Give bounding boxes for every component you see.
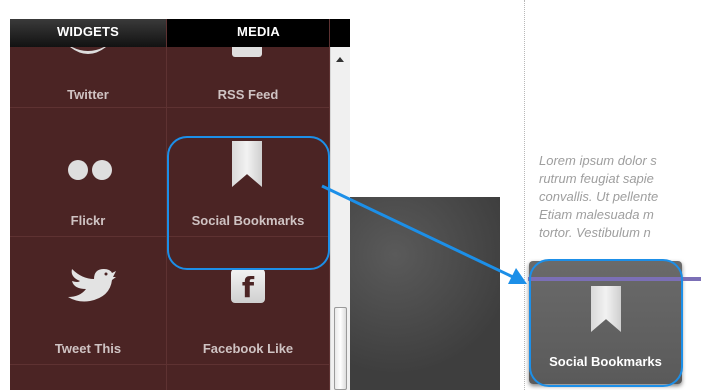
drag-arrow: [321, 184, 527, 284]
